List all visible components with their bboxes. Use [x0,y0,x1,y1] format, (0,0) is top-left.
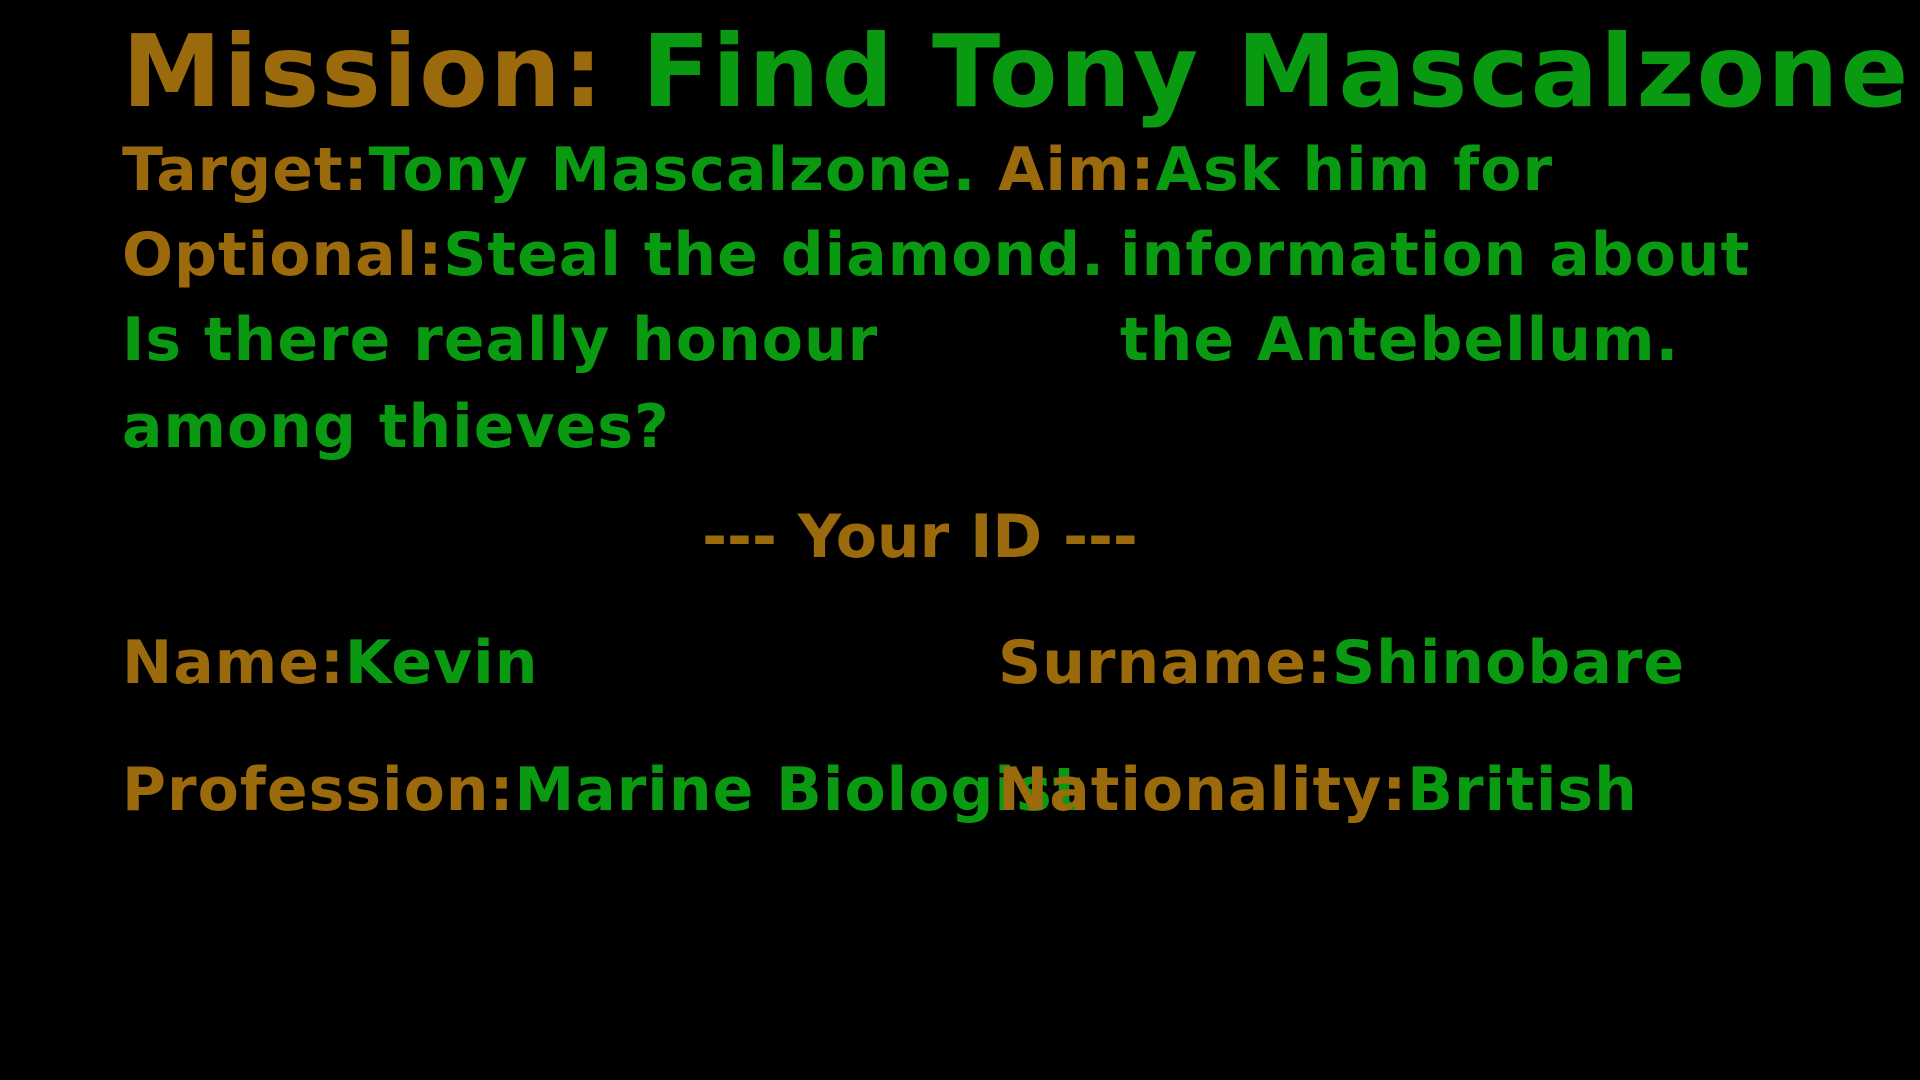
mission-label: Mission: [122,13,605,130]
target-label: Target: [122,135,369,205]
optional-label: Optional: [122,220,444,290]
optional-text-line-3: among thieves? [122,392,670,462]
target-value: Tony Mascalzone. [368,135,977,205]
mission-briefing-screen: Mission: Find Tony Mascalzone. Target:To… [0,0,1920,1080]
nationality-label: Nationality: [998,755,1408,825]
name-label: Name: [122,628,345,698]
aim-label: Aim: [998,135,1156,205]
nationality-row: Nationality:British [998,760,1638,820]
nationality-value: British [1407,755,1638,825]
name-row: Name:Kevin [122,633,538,693]
surname-value: Shinobare [1331,628,1686,698]
target-row: Target:Tony Mascalzone. [122,140,976,200]
surname-label: Surname: [998,628,1332,698]
surname-row: Surname:Shinobare [998,633,1685,693]
aim-text-line-2: information about [1120,220,1751,290]
mission-value: Find Tony Mascalzone. [641,13,1920,130]
profession-row: Profession:Marine Biologist [122,760,1082,820]
aim-text-line-1: Ask him for [1155,135,1554,205]
profession-label: Profession: [122,755,515,825]
aim-row: Aim:Ask him for [998,140,1553,200]
aim-text-line-3: the Antebellum. [1120,305,1680,375]
optional-text-line-2: Is there really honour [122,305,879,375]
optional-text-line-1: Steal the diamond. [443,220,1105,290]
your-id-heading: --- Your ID --- [702,502,1138,572]
optional-row: Optional:Steal the diamond. [122,225,1105,285]
mission-title: Mission: Find Tony Mascalzone. [122,22,1920,122]
name-value: Kevin [344,628,539,698]
